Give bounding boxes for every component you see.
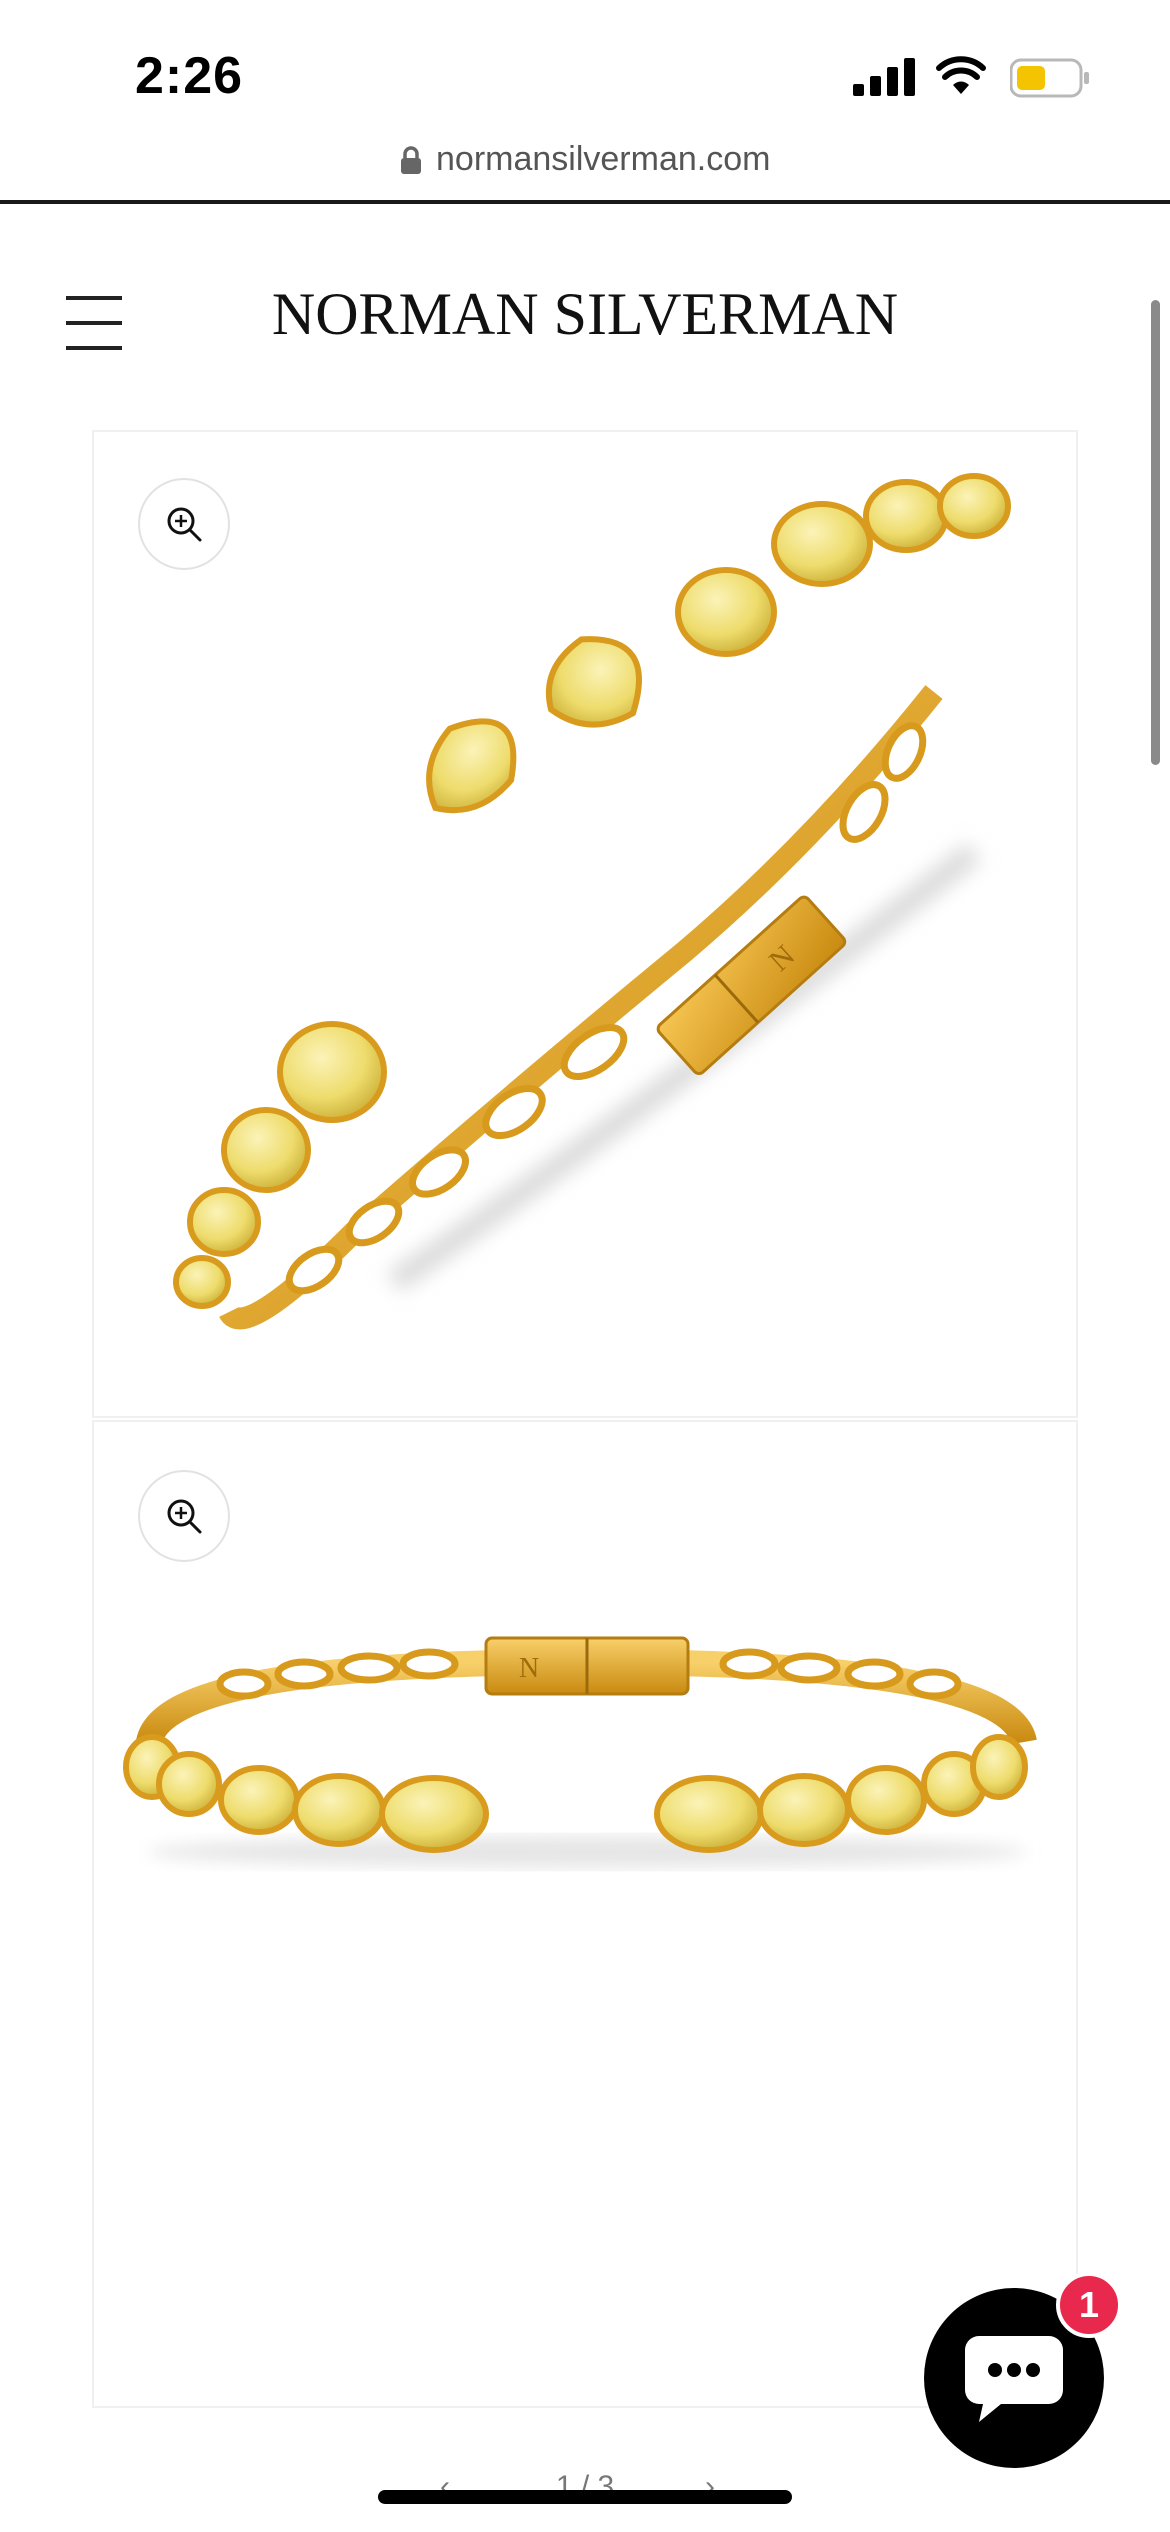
url-text: normansilverman.com [436,140,771,178]
status-time: 2:26 [135,47,244,105]
chat-notification-badge: 1 [1056,2272,1122,2338]
chat-bubble-icon [965,2336,1063,2422]
product-image-1[interactable]: N [92,430,1078,1418]
wifi-icon [936,56,986,94]
status-bar: 2:26 [0,0,1170,150]
signal-icon [853,58,915,96]
browser-divider [0,200,1170,204]
battery-icon [1010,58,1089,98]
bracelet-image-front: N [123,1636,1037,1868]
scrollbar-thumb[interactable] [1151,300,1160,765]
home-indicator[interactable] [378,2490,792,2504]
product-image-2[interactable]: N [92,1420,1078,2408]
brand-logo[interactable]: NORMAN SILVERMAN [0,280,1170,349]
zoom-button-1[interactable] [138,478,230,570]
zoom-in-icon [167,1499,202,1534]
bracelet-image-angled: N [173,473,1011,1330]
zoom-button-2[interactable] [138,1470,230,1562]
lock-icon [400,145,421,174]
svg-text:N: N [519,1653,539,1684]
zoom-in-icon [167,507,202,542]
url-bar[interactable]: normansilverman.com [0,140,1170,200]
